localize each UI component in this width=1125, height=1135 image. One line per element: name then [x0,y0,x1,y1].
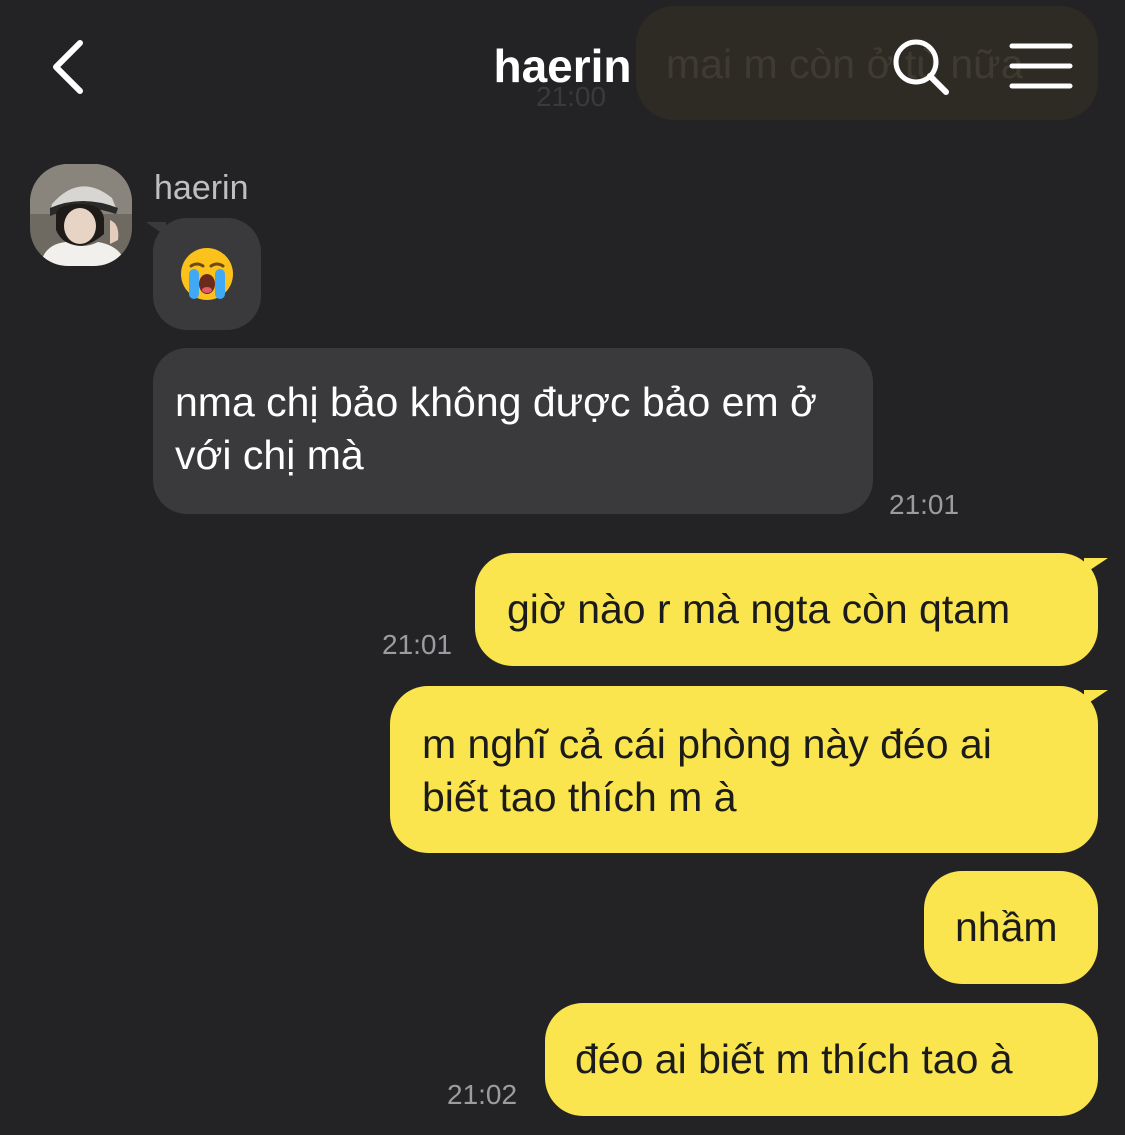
message-timestamp: 21:01 [382,629,453,660]
bubble-tail [1084,558,1108,574]
incoming-message-bubble[interactable] [153,218,261,330]
hamburger-menu-icon [1009,43,1073,89]
sender-name: haerin [154,169,249,207]
back-button[interactable] [40,34,96,100]
search-button[interactable] [888,34,952,98]
search-icon [893,39,949,95]
outgoing-message-bubble[interactable]: giờ nào r mà ngta còn qtam [475,553,1098,666]
outgoing-message-bubble[interactable]: đéo ai biết m thích tao à [545,1003,1098,1116]
incoming-message-bubble[interactable]: nma chị bảo không được bảo em ở với chị … [153,348,873,514]
loudly-crying-face-icon [181,248,233,300]
profile-photo [30,164,132,266]
outgoing-message-bubble[interactable]: m nghĩ cả cái phòng này đéo ai biết tao … [390,686,1098,853]
bubble-tail [1084,690,1108,706]
previous-message-text: mai m còn ở tù nữa [666,41,1024,87]
avatar[interactable] [30,164,132,266]
menu-button[interactable] [1006,38,1076,94]
message-timestamp: 21:02 [447,1079,518,1110]
chevron-left-icon [53,40,83,94]
outgoing-message-bubble[interactable]: nhầm [924,871,1098,984]
message-timestamp: 21:01 [889,489,960,520]
chat-title: haerin [493,40,632,92]
